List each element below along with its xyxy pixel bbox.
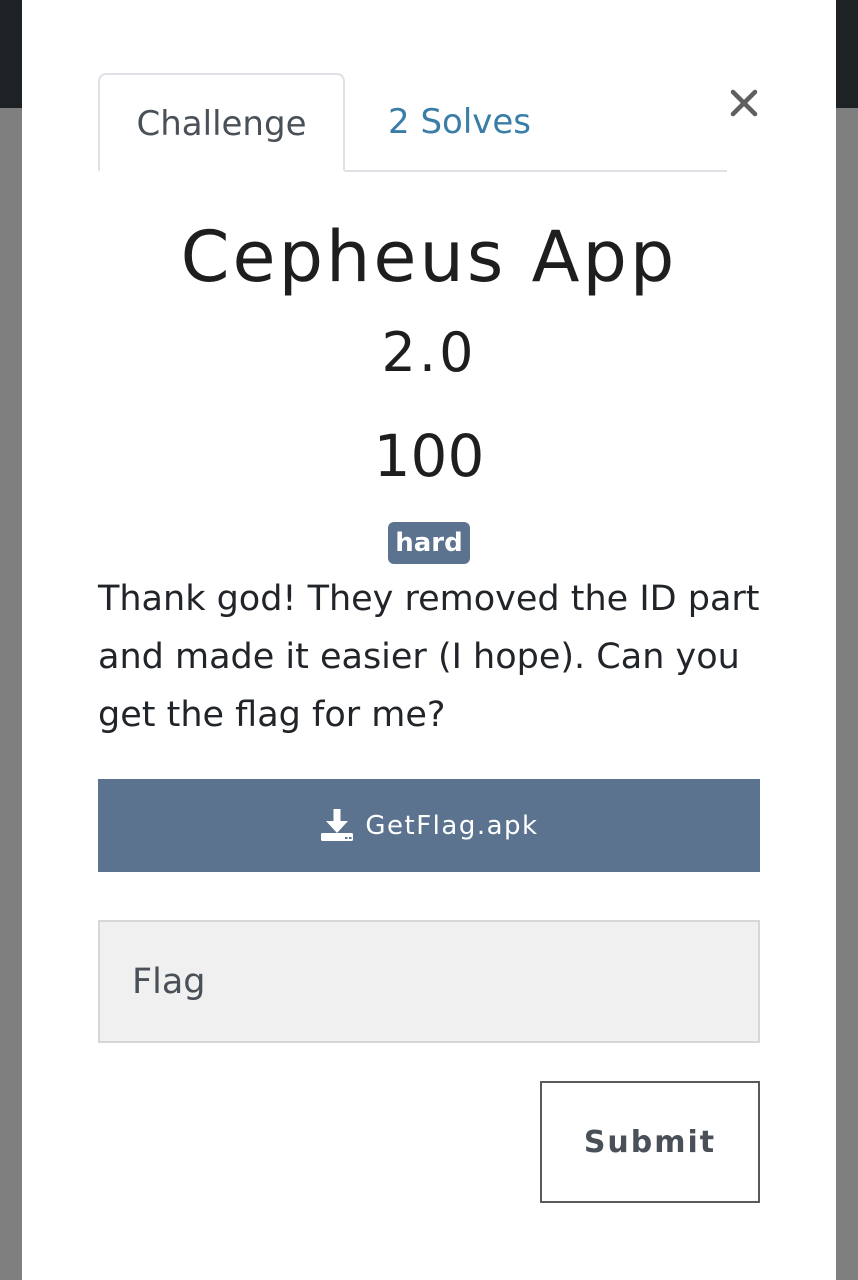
challenge-title: Cepheus App xyxy=(180,216,678,298)
app-bar-left xyxy=(0,0,22,108)
app-bar-right xyxy=(836,0,858,108)
difficulty-badge: hard xyxy=(388,522,470,564)
download-icon xyxy=(321,808,354,841)
download-file-label: GetFlag.apk xyxy=(365,810,539,841)
challenge-description: Thank god! They removed the ID part and … xyxy=(98,579,760,735)
flag-input[interactable] xyxy=(98,920,760,1043)
tab-solves[interactable]: 2 Solves xyxy=(386,73,586,172)
close-button[interactable] xyxy=(727,86,761,120)
modal-tabs: Challenge 2 Solves xyxy=(98,73,727,172)
challenge-modal: Challenge 2 Solves Cepheus App 2.0 100 h… xyxy=(22,0,836,1280)
challenge-points: 100 xyxy=(373,422,485,490)
close-icon xyxy=(730,89,758,117)
challenge-subtitle: 2.0 xyxy=(381,321,477,384)
download-file-button[interactable]: GetFlag.apk xyxy=(98,779,760,872)
tab-challenge[interactable]: Challenge xyxy=(98,73,345,172)
submit-button[interactable]: Submit xyxy=(540,1081,760,1203)
